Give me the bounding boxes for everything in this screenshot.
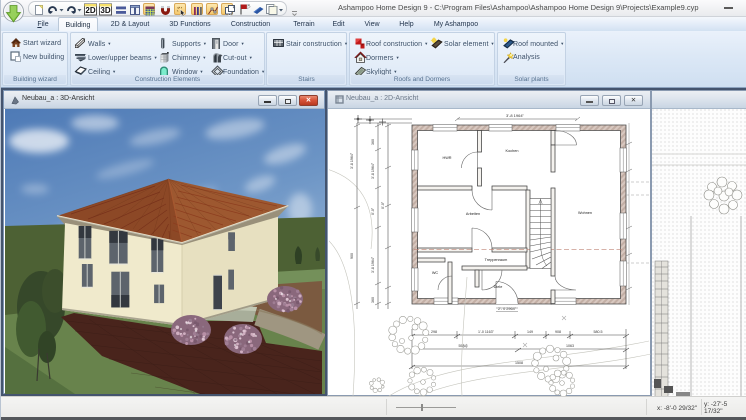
svg-text:3'-8 1964": 3'-8 1964" — [371, 162, 375, 179]
svg-text:2D: 2D — [85, 6, 95, 15]
svg-text:360: 360 — [371, 297, 375, 303]
svg-text:900: 900 — [350, 253, 354, 259]
svg-text:Kochen: Kochen — [506, 149, 519, 153]
svg-text:908: 908 — [555, 330, 561, 334]
svg-text:580.5: 580.5 — [594, 330, 603, 334]
svg-text:3'-8 1964": 3'-8 1964" — [506, 113, 525, 118]
svg-text:360: 360 — [371, 139, 375, 145]
svg-text:0'-0": 0'-0" — [371, 207, 375, 215]
svg-text:2'- 0 2964": 2'- 0 2964" — [498, 307, 517, 311]
svg-text:HWR: HWR — [442, 156, 451, 160]
svg-text:1063: 1063 — [566, 344, 574, 348]
svg-text:Wohnen: Wohnen — [578, 211, 592, 215]
svg-text:3D: 3D — [100, 6, 110, 15]
svg-text:3'-8 1964": 3'-8 1964" — [371, 256, 375, 273]
svg-text:1'-0 1163": 1'-0 1163" — [478, 330, 495, 334]
svg-text:3'-8 1964": 3'-8 1964" — [350, 152, 354, 169]
svg-text:Diele: Diele — [494, 285, 503, 289]
svg-text:298: 298 — [431, 330, 437, 334]
svg-text:Arbeiten: Arbeiten — [466, 212, 480, 216]
svg-text:WC: WC — [432, 271, 439, 275]
svg-text:Treppenraum: Treppenraum — [485, 258, 508, 262]
svg-text:149: 149 — [527, 330, 533, 334]
svg-text:0'-0": 0'-0" — [381, 201, 385, 209]
svg-text:1508: 1508 — [515, 361, 523, 365]
